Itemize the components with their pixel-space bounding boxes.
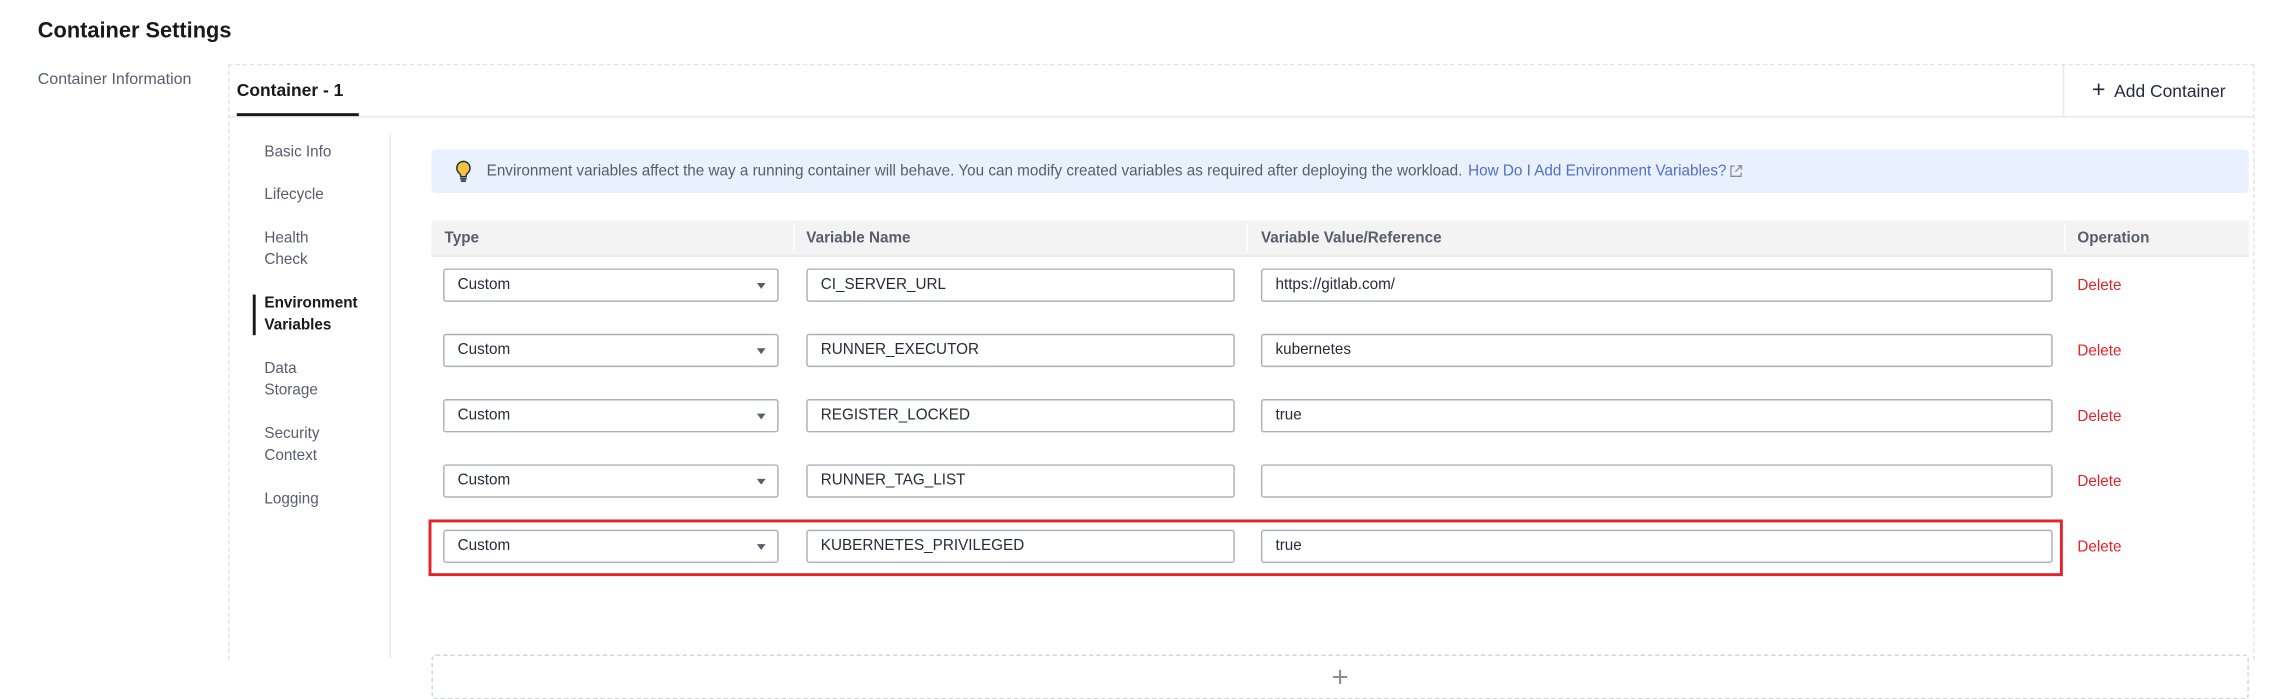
table-row: Custom RUNNER_EXECUTOR kubernetes Delete bbox=[431, 321, 2248, 386]
page-title: Container Settings bbox=[37, 18, 232, 44]
active-indicator bbox=[252, 294, 256, 336]
header-type: Type bbox=[444, 229, 480, 247]
add-variable-button[interactable]: + bbox=[431, 654, 2249, 699]
type-select[interactable]: Custom bbox=[443, 333, 779, 368]
subnav-item-data-storage[interactable]: Data Storage bbox=[264, 358, 329, 402]
external-link-icon[interactable] bbox=[1729, 164, 1744, 179]
type-select-value: Custom bbox=[457, 406, 511, 424]
lightbulb-icon bbox=[456, 160, 471, 182]
type-select-value: Custom bbox=[457, 341, 511, 359]
type-select-value: Custom bbox=[457, 471, 511, 490]
variable-value-input[interactable]: kubernetes bbox=[1260, 333, 2053, 368]
variable-value-input[interactable] bbox=[1260, 464, 2053, 498]
info-tip: Environment variables affect the way a r… bbox=[431, 149, 2249, 193]
type-select[interactable]: Custom bbox=[443, 268, 779, 302]
delete-button[interactable]: Delete bbox=[2077, 473, 2121, 490]
chevron-down-icon bbox=[756, 348, 766, 355]
header-operation: Operation bbox=[2077, 229, 2150, 247]
container-subnav: Basic Info Lifecycle Health Check Enviro… bbox=[251, 134, 391, 658]
header-divider bbox=[1246, 223, 1248, 253]
plus-icon: + bbox=[2091, 77, 2106, 103]
page-root: Container Settings Container Information… bbox=[0, 0, 2272, 699]
variable-value-input[interactable]: true bbox=[1260, 529, 2053, 564]
table-header: Type Variable Name Variable Value/Refere… bbox=[431, 220, 2249, 257]
subnav-item-security-context[interactable]: Security Context bbox=[264, 424, 329, 468]
chevron-down-icon bbox=[756, 413, 766, 420]
delete-button[interactable]: Delete bbox=[2077, 277, 2121, 294]
variable-value-input[interactable]: https://gitlab.com/ bbox=[1260, 268, 2053, 302]
type-select-value: Custom bbox=[457, 536, 511, 555]
add-container-button[interactable]: + Add Container bbox=[2062, 65, 2253, 117]
plus-icon: + bbox=[1331, 660, 1349, 693]
env-vars-help-link[interactable]: How Do I Add Environment Variables? bbox=[1468, 163, 1726, 180]
subnav-item-health-check[interactable]: Health Check bbox=[264, 228, 329, 272]
subnav-item-lifecycle[interactable]: Lifecycle bbox=[264, 184, 380, 206]
variable-value-input[interactable]: true bbox=[1260, 399, 2053, 433]
header-variable-name: Variable Name bbox=[806, 229, 911, 247]
table-row-highlighted: Custom KUBERNETES_PRIVILEGED true Delete bbox=[428, 517, 2248, 582]
left-nav-container-information[interactable]: Container Information bbox=[38, 71, 192, 88]
type-select[interactable]: Custom bbox=[443, 529, 779, 564]
chevron-down-icon bbox=[756, 478, 766, 485]
variable-name-input[interactable]: RUNNER_EXECUTOR bbox=[806, 333, 1235, 368]
header-variable-value: Variable Value/Reference bbox=[1260, 229, 1442, 247]
header-divider bbox=[2064, 223, 2066, 253]
chevron-down-icon bbox=[756, 282, 766, 289]
subnav-item-basic-info[interactable]: Basic Info bbox=[264, 142, 380, 164]
chevron-down-icon bbox=[756, 544, 766, 550]
variable-name-input[interactable]: REGISTER_LOCKED bbox=[806, 399, 1235, 433]
variable-name-input[interactable]: KUBERNETES_PRIVILEGED bbox=[806, 529, 1235, 564]
tab-container-1[interactable]: Container - 1 bbox=[236, 80, 359, 117]
table-row: Custom REGISTER_LOCKED true Delete bbox=[431, 386, 2248, 451]
delete-button[interactable]: Delete bbox=[2077, 342, 2121, 359]
subnav-item-logging[interactable]: Logging bbox=[264, 489, 380, 511]
container-panel: Container - 1 + Add Container Basic Info… bbox=[228, 63, 2255, 699]
tip-text: Environment variables affect the way a r… bbox=[486, 162, 1463, 180]
container-tabbar: Container - 1 + Add Container bbox=[229, 65, 2254, 118]
variable-name-input[interactable]: CI_SERVER_URL bbox=[806, 268, 1235, 302]
type-select[interactable]: Custom bbox=[443, 399, 779, 433]
table-row: Custom CI_SERVER_URL https://gitlab.com/… bbox=[431, 255, 2248, 320]
table-row: Custom RUNNER_TAG_LIST Delete bbox=[431, 451, 2248, 516]
delete-button[interactable]: Delete bbox=[2077, 408, 2121, 425]
delete-button[interactable]: Delete bbox=[2077, 538, 2121, 555]
header-divider bbox=[793, 223, 795, 253]
variable-name-input[interactable]: RUNNER_TAG_LIST bbox=[806, 464, 1235, 498]
subnav-item-environment-variables[interactable]: Environment Variables bbox=[264, 293, 380, 337]
type-select[interactable]: Custom bbox=[443, 464, 779, 498]
type-select-value: Custom bbox=[457, 275, 511, 294]
add-container-label: Add Container bbox=[2114, 80, 2226, 101]
